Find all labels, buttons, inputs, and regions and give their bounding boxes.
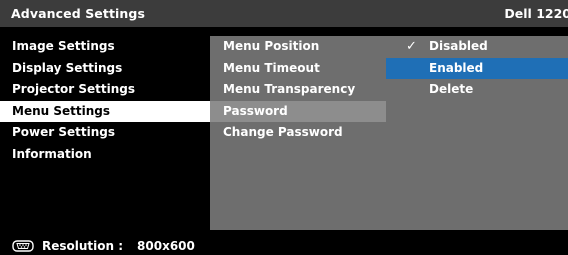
options-panel: ✓ Disabled Enabled Delete (386, 36, 568, 230)
vga-connector-icon (12, 239, 34, 252)
main-menu-item-power-settings[interactable]: Power Settings (0, 122, 210, 144)
main-menu-item-information[interactable]: Information (0, 144, 210, 166)
main-menu-item-display-settings[interactable]: Display Settings (0, 58, 210, 80)
main-menu-item-image-settings[interactable]: Image Settings (0, 36, 210, 58)
main-menu: Image Settings Display Settings Projecto… (0, 36, 210, 230)
projector-model: Dell 1220 (504, 6, 568, 21)
resolution-label: Resolution : (42, 238, 124, 253)
status-bar: Resolution : 800x600 (0, 236, 568, 255)
option-enabled[interactable]: Enabled (386, 57, 568, 79)
option-label: Delete (429, 82, 474, 96)
option-label: Enabled (429, 60, 484, 75)
submenu-item-menu-timeout[interactable]: Menu Timeout (210, 58, 386, 80)
osd-title: Advanced Settings (11, 6, 145, 21)
submenu-item-menu-position[interactable]: Menu Position (210, 36, 386, 58)
resolution-value: 800x600 (137, 238, 195, 253)
main-menu-item-menu-settings[interactable]: Menu Settings (0, 100, 210, 122)
submenu-panel: Menu Position Menu Timeout Menu Transpar… (210, 36, 386, 230)
projector-osd: Advanced Settings Dell 1220 Image Settin… (0, 0, 568, 255)
option-label: Disabled (429, 39, 488, 53)
submenu-item-password[interactable]: Password (210, 100, 386, 122)
option-disabled[interactable]: ✓ Disabled (386, 36, 568, 58)
option-delete[interactable]: Delete (386, 79, 568, 101)
osd-title-bar: Advanced Settings Dell 1220 (0, 0, 568, 27)
submenu-item-change-password[interactable]: Change Password (210, 122, 386, 144)
main-menu-item-projector-settings[interactable]: Projector Settings (0, 79, 210, 101)
check-icon: ✓ (406, 39, 417, 54)
submenu-item-menu-transparency[interactable]: Menu Transparency (210, 79, 386, 101)
